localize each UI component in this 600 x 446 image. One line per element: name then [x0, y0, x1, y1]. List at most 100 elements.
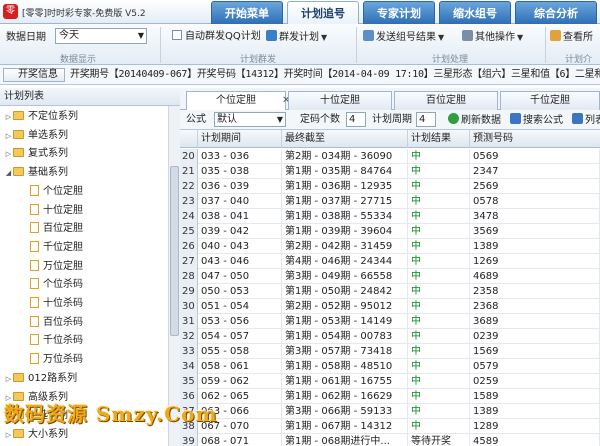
table-row[interactable]: 35 059 - 062 第1期 - 061期 - 16755 中 0259: [180, 374, 600, 389]
plan-list-title: 计划列表: [0, 88, 180, 106]
tree-folder[interactable]: ◢ 基础系列: [0, 164, 168, 182]
tab-thousands-digit[interactable]: 千位定胆: [500, 91, 600, 110]
send-result-button[interactable]: 发送组号结果 ▼: [363, 30, 444, 45]
tree-leaf[interactable]: 千位杀码: [0, 332, 168, 350]
table-row[interactable]: 27 043 - 046 第4期 - 046期 - 24344 中 1269: [180, 254, 600, 269]
digits-input[interactable]: 4: [346, 112, 366, 127]
formula-select[interactable]: 默认 ▼: [214, 112, 286, 127]
table-row[interactable]: 38 067 - 070 第1期 - 067期 - 14312 中 1289: [180, 419, 600, 434]
table-row[interactable]: 32 054 - 057 第1期 - 054期 - 00783 中 0239: [180, 329, 600, 344]
plan-result-cell: 中: [408, 374, 470, 389]
search-formula-label: 搜索公式: [523, 115, 563, 126]
menu-icon: [462, 30, 473, 41]
tab-start-menu[interactable]: 开始菜单: [211, 1, 283, 24]
tree-item-label: 单选系列: [28, 129, 68, 141]
expand-icon[interactable]: ▷: [4, 370, 13, 388]
expand-icon[interactable]: ▷: [4, 145, 13, 163]
document-icon: [30, 240, 39, 252]
folder-icon: [13, 167, 24, 177]
group-send-button[interactable]: 群发计划 ▼: [266, 30, 327, 45]
document-icon: [30, 315, 39, 327]
row-index-cell: 33: [180, 344, 198, 359]
plan-result-cell: 中: [408, 404, 470, 419]
final-result-cell: 第3期 - 049期 - 66558: [282, 269, 408, 284]
tree-item-label: 万位杀码: [43, 354, 83, 366]
tree-item-label: 千位杀码: [43, 335, 83, 347]
expand-icon[interactable]: ▷: [4, 108, 13, 126]
plan-period-cell: 038 - 041: [198, 209, 282, 224]
table-row[interactable]: 34 058 - 061 第1期 - 058期 - 48510 中 0579: [180, 359, 600, 374]
plan-results-table: 计划期间 最终截至 计划结果 预测号码 20 033 - 036 第2期 - 034…: [180, 130, 600, 446]
document-icon: [30, 184, 39, 196]
plan-period-cell: 054 - 057: [198, 329, 282, 344]
auto-qq-checkbox[interactable]: 自动群发QQ计划: [172, 30, 261, 44]
table-row[interactable]: 26 040 - 043 第2期 - 042期 - 31459 中 1389: [180, 239, 600, 254]
tree-folder[interactable]: ▷ 012路系列: [0, 370, 168, 388]
final-result-cell: 第1期 - 058期 - 48510: [282, 359, 408, 374]
tab-expert-plan[interactable]: 专家计划: [363, 1, 435, 24]
refresh-button[interactable]: 刷新数据: [448, 113, 501, 127]
tree-leaf[interactable]: 十位杀码: [0, 295, 168, 313]
tab-plan-chase[interactable]: 计划追号: [287, 1, 359, 24]
tab-analysis[interactable]: 综合分析: [515, 1, 597, 24]
tree-folder[interactable]: ▷ 复式系列: [0, 145, 168, 163]
tree-leaf[interactable]: 十位定胆: [0, 202, 168, 220]
plan-period-cell: 037 - 040: [198, 194, 282, 209]
column-header-period[interactable]: 计划期间: [198, 130, 282, 148]
tab-hundreds-digit[interactable]: 百位定胆: [394, 91, 498, 110]
table-row[interactable]: 30 051 - 054 第2期 - 052期 - 95012 中 2368: [180, 299, 600, 314]
table-row[interactable]: 23 037 - 040 第1期 - 037期 - 27715 中 0578: [180, 194, 600, 209]
collapse-icon[interactable]: ◢: [4, 164, 13, 182]
tree-leaf[interactable]: 万位杀码: [0, 351, 168, 369]
table-row[interactable]: 36 062 - 065 第1期 - 062期 - 16629 中 1589: [180, 389, 600, 404]
table-row[interactable]: 21 035 - 038 第1期 - 035期 - 84764 中 2347: [180, 164, 600, 179]
search-icon: [510, 113, 521, 124]
tree-folder[interactable]: ▷ 单选系列: [0, 127, 168, 145]
table-row[interactable]: 25 039 - 042 第1期 - 039期 - 39604 中 3569: [180, 224, 600, 239]
tab-units-digit[interactable]: 个位定胆 ✕: [186, 91, 290, 111]
tree-leaf[interactable]: 百位杀码: [0, 314, 168, 332]
expand-icon[interactable]: ▷: [4, 426, 13, 444]
table-row[interactable]: 39 068 - 071 第1期 - 068期进行中... 等待开奖 4589: [180, 434, 600, 446]
tree-folder[interactable]: ▷ 不定位系列: [0, 108, 168, 126]
plan-result-cell: 中: [408, 224, 470, 239]
tree-leaf[interactable]: 千位定胆: [0, 239, 168, 257]
plan-period-cell: 068 - 071: [198, 434, 282, 446]
tab-tens-digit[interactable]: 十位定胆: [288, 91, 392, 110]
sidebar-scrollbar[interactable]: [168, 106, 180, 446]
table-row[interactable]: 31 053 - 056 第1期 - 053期 - 14149 中 3689: [180, 314, 600, 329]
tree-leaf[interactable]: 万位定胆: [0, 258, 168, 276]
tree-leaf[interactable]: 百位定胆: [0, 220, 168, 238]
other-ops-button[interactable]: 其他操作 ▼: [462, 30, 523, 45]
draw-info-button[interactable]: 开奖信息: [3, 68, 65, 82]
refresh-icon: [448, 113, 459, 124]
table-row[interactable]: 37 063 - 066 第3期 - 066期 - 59133 中 1389: [180, 404, 600, 419]
view-all-button[interactable]: 查看所: [550, 30, 593, 45]
final-result-cell: 第3期 - 057期 - 73418: [282, 344, 408, 359]
table-row[interactable]: 22 036 - 039 第1期 - 036期 - 12935 中 2569: [180, 179, 600, 194]
list-button[interactable]: 列表: [572, 113, 600, 127]
table-row[interactable]: 28 047 - 050 第3期 - 049期 - 66558 中 4689: [180, 269, 600, 284]
table-row[interactable]: 29 050 - 053 第1期 - 050期 - 24842 中 2358: [180, 284, 600, 299]
table-row[interactable]: 24 038 - 041 第1期 - 038期 - 55334 中 3478: [180, 209, 600, 224]
plan-result-cell: 中: [408, 179, 470, 194]
scrollbar-thumb[interactable]: [170, 166, 179, 336]
tree-leaf[interactable]: 个位定胆: [0, 183, 168, 201]
date-select[interactable]: 今天 ▼: [55, 28, 147, 44]
auto-qq-label: 自动群发QQ计划: [185, 31, 261, 42]
expand-icon[interactable]: ▷: [4, 127, 13, 145]
tree-folder[interactable]: ▷ 大小系列: [0, 426, 168, 444]
tab-shrink-group[interactable]: 缩水组号: [439, 1, 511, 24]
period-input[interactable]: 4: [416, 112, 436, 127]
tree-leaf[interactable]: 个位杀码: [0, 276, 168, 294]
column-header-prediction[interactable]: 预测号码: [470, 130, 600, 148]
row-index-cell: 35: [180, 374, 198, 389]
column-header-result[interactable]: 计划结果: [408, 130, 470, 148]
search-formula-button[interactable]: 搜索公式: [510, 113, 563, 127]
table-row[interactable]: 20 033 - 036 第2期 - 034期 - 36090 中 0569: [180, 149, 600, 164]
plan-result-cell: 等待开奖: [408, 434, 470, 446]
table-row[interactable]: 33 055 - 058 第3期 - 057期 - 73418 中 1569: [180, 344, 600, 359]
column-header-final[interactable]: 最终截至: [282, 130, 408, 148]
folder-icon: [13, 111, 24, 120]
tab-label: 个位定胆: [216, 95, 256, 106]
